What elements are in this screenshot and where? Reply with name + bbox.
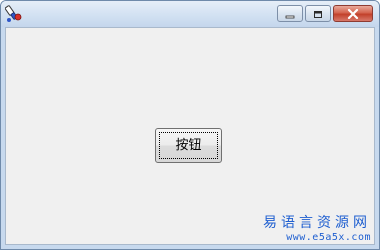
close-button[interactable]	[333, 5, 373, 22]
title-bar[interactable]	[1, 1, 379, 27]
minimize-icon	[285, 4, 295, 23]
app-icon[interactable]	[4, 5, 23, 23]
main-button-label: 按钮	[175, 138, 202, 153]
maximize-icon	[313, 4, 323, 23]
main-button[interactable]: 按钮	[155, 128, 222, 163]
minimize-button[interactable]	[277, 5, 303, 22]
close-icon	[347, 4, 359, 23]
window-controls	[277, 5, 373, 22]
maximize-button[interactable]	[305, 5, 331, 22]
app-window: 按钮 易语言资源网 www.e5a5x.com	[0, 0, 380, 250]
